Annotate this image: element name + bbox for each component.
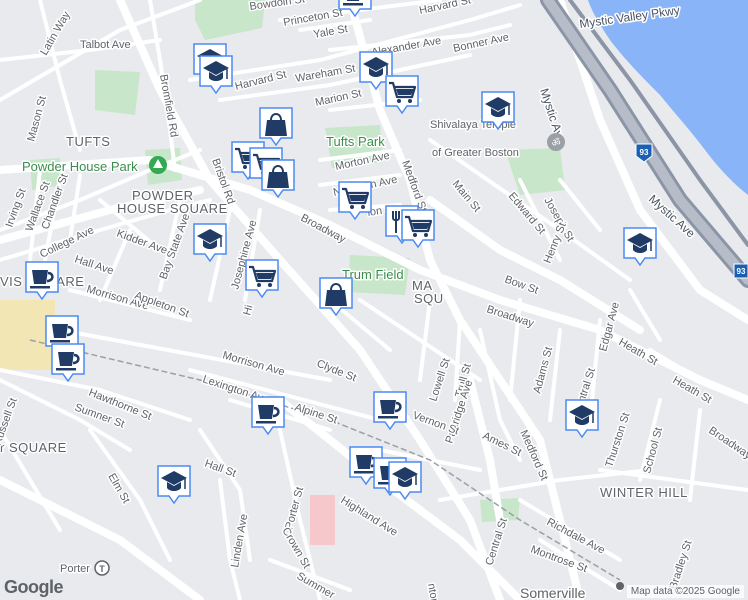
label-tufts: TUFTS — [66, 134, 110, 149]
svg-text:ॐ: ॐ — [551, 137, 560, 149]
label-somerville: Somerville — [520, 585, 586, 600]
transit-stop-icon-2 — [616, 582, 624, 590]
label-shivalaya-2: of Greater Boston — [432, 147, 519, 159]
svg-text:93: 93 — [737, 267, 746, 276]
label-tufts-park: Tufts Park — [326, 134, 385, 149]
label-porter: Porter — [60, 563, 90, 575]
label-winter-hill: WINTER HILL — [600, 485, 688, 500]
svg-text:93: 93 — [640, 148, 649, 157]
label-powder-house-square-2: HOUSE SQUARE — [117, 201, 228, 216]
hospital-area — [310, 495, 335, 545]
park-tree-icon — [149, 156, 167, 174]
i93-shield-2: 93 — [733, 263, 748, 279]
label-square-left: r SQUARE — [0, 440, 67, 455]
train-station-icon: T — [94, 560, 110, 576]
map-attribution: Map data ©2025 Google — [626, 585, 744, 598]
temple-icon: ॐ — [547, 133, 565, 151]
label-talbot-ave: Talbot Ave — [80, 39, 131, 51]
label-magoun-square-2: SQU — [414, 291, 444, 306]
svg-text:T: T — [99, 564, 105, 574]
map-canvas[interactable]: 93 93 Mystic Valley Pkwy Mystic Ave Myst… — [0, 0, 748, 600]
label-powder-house-park: Powder House Park — [22, 159, 138, 174]
google-logo: Google — [4, 577, 64, 597]
